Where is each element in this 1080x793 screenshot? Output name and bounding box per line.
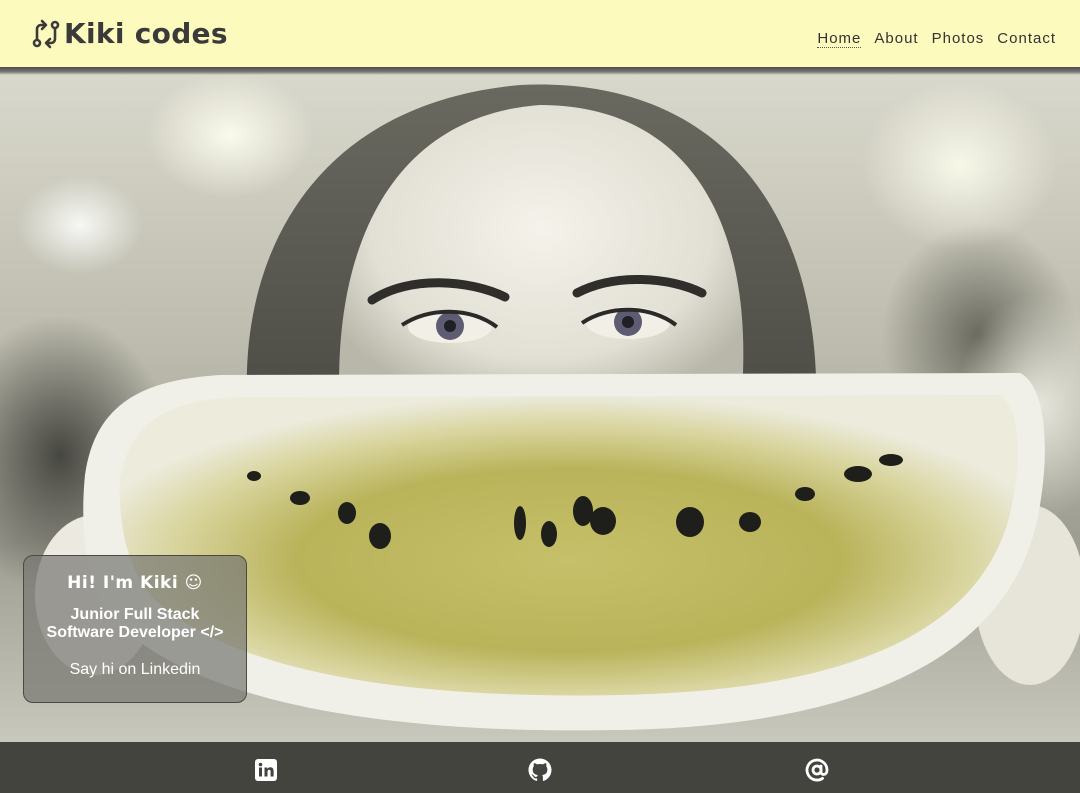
nav-link-home[interactable]: Home (817, 30, 862, 48)
linkedin-link[interactable]: Say hi on Linkedin (70, 661, 201, 679)
intro-role-line2: Software Developer </> (46, 624, 224, 641)
intro-greeting: Hi! I'm Kiki ☺ (67, 573, 203, 593)
brand-link[interactable]: Kiki codes (30, 17, 228, 50)
arrows-exchange-icon (32, 19, 60, 48)
site-header: Kiki codes Home About Photos Contact (0, 0, 1080, 67)
site-footer (0, 742, 1080, 793)
intro-card: Hi! I'm Kiki ☺ Junior Full Stack Softwar… (23, 555, 247, 703)
github-icon[interactable] (528, 758, 552, 782)
main-nav: Home About Photos Contact (817, 30, 1056, 48)
linkedin-icon[interactable] (254, 758, 278, 782)
header-divider (0, 67, 1080, 75)
nav-link-contact[interactable]: Contact (997, 30, 1056, 48)
at-sign-icon[interactable] (805, 758, 829, 782)
nav-link-about[interactable]: About (874, 30, 918, 48)
intro-role-line1: Junior Full Stack (70, 606, 200, 623)
intro-role: Junior Full Stack Software Developer </> (24, 606, 246, 642)
nav-link-photos[interactable]: Photos (932, 30, 985, 48)
hero-section: Hi! I'm Kiki ☺ Junior Full Stack Softwar… (0, 75, 1080, 742)
brand-name: Kiki codes (64, 17, 228, 50)
